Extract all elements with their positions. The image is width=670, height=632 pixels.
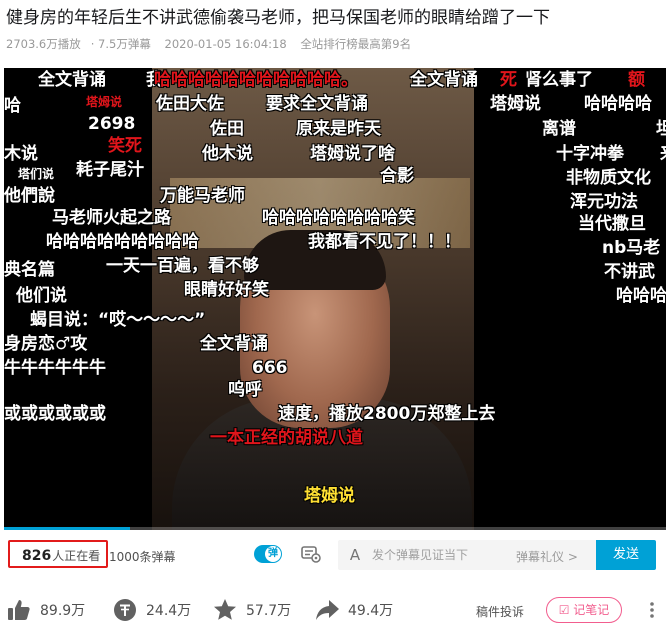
video-player[interactable]: 全文背诵 我 哈哈哈哈哈哈哈哈哈哈哈。 全文背诵 死 肾么事了 额 哈 塔姆说 … [4, 68, 666, 530]
danmaku-item: 合影 [380, 166, 414, 186]
take-notes-button[interactable]: ☑ 记笔记 [546, 597, 622, 623]
more-options-icon[interactable] [642, 600, 662, 620]
danmaku-item: 速度，播放2800万郑整上去 [278, 404, 496, 424]
danmaku-item: 肾么事了 [525, 70, 593, 90]
rank-link[interactable]: 全站排行榜最高第9名 [300, 37, 411, 51]
share-button[interactable]: 49.4万 [314, 596, 393, 624]
danmaku-item: 不讲武 [604, 262, 655, 282]
danmaku-item: 坦 [656, 119, 666, 139]
danmaku-item: 离谱 [542, 119, 576, 139]
action-bar: 89.9万 24.4万 57.7万 49.4万 稿件投诉 ☑ 记笔记 [0, 596, 670, 628]
danmaku-item: 呜呼 [228, 380, 262, 400]
danmaku-item: 哈哈哈哈哈哈哈哈笑 [262, 208, 415, 228]
danmaku-item: 要求全文背诵 [266, 94, 368, 114]
danmaku-item: 666 [252, 358, 288, 378]
play-count: 2703.6万播放 [6, 37, 81, 51]
report-link[interactable]: 稿件投诉 [476, 603, 524, 620]
danmaku-item: 一天一百遍，看不够 [106, 256, 259, 276]
danmaku-item: nb马老 [602, 238, 661, 258]
danmaku-item: 或或或或或或 [4, 404, 106, 424]
danmaku-item: 塔姆说 [86, 95, 123, 109]
danmaku-item: 身房恋♂攻 [4, 334, 88, 354]
share-arrow-icon [316, 600, 339, 620]
danmaku-total: 1000条弹幕 [109, 550, 176, 564]
danmaku-toggle[interactable]: 弹 [254, 545, 282, 563]
danmaku-item: 哈哈哈哈哈哈哈哈哈 [46, 232, 199, 252]
danmaku-item: 木说 [4, 144, 38, 164]
danmaku-item: 耗子尾汁 [76, 160, 144, 180]
danmaku-input[interactable] [372, 544, 502, 566]
progress-fill [4, 527, 130, 530]
danmaku-item: 哈哈哈哈哈哈哈哈哈哈哈。 [154, 70, 358, 90]
coin-count: 24.4万 [146, 603, 192, 619]
danmaku-item: 哈 [4, 96, 21, 116]
coin-icon [114, 599, 136, 621]
danmaku-item: 死 [500, 70, 517, 90]
danmaku-item: 塔姆说 [304, 486, 355, 506]
danmaku-item: 他们说 [16, 286, 67, 306]
danmaku-item: 他木说 [202, 144, 253, 164]
like-count: 89.9万 [40, 603, 86, 619]
share-count: 49.4万 [348, 603, 394, 619]
publish-date: 2020-01-05 16:04:18 [164, 37, 287, 51]
favorite-count: 57.7万 [246, 603, 292, 619]
viewer-count-box: 826人正在看 [8, 540, 108, 568]
star-icon [214, 599, 236, 620]
danmaku-item: 2698 [88, 114, 136, 134]
danmaku-item: 哈哈哈 [616, 286, 666, 306]
send-button[interactable]: 发送 [596, 540, 656, 570]
danmaku-item: 浑元功法 [570, 192, 638, 212]
danmaku-item: 额 [628, 70, 645, 90]
danmaku-item: 当代撒旦 [578, 214, 646, 234]
danmaku-item: 原来是昨天 [296, 119, 381, 139]
danmaku-toggle-label: 弹 [265, 546, 281, 562]
thumbs-up-icon [8, 600, 30, 620]
danmaku-settings-icon[interactable] [300, 544, 322, 564]
video-title: 健身房的年轻后生不讲武德偷袭马老师，把马保国老师的眼睛给蹭了一下 [6, 8, 550, 28]
danmaku-count-meta: · 7.5万弹幕 [90, 37, 151, 51]
danmaku-input-box: A 弹幕礼仪 > [338, 540, 596, 570]
danmaku-item: 哈哈哈哈 [584, 94, 652, 114]
danmaku-item: 十字冲拳 [556, 144, 624, 164]
danmaku-item: 典名篇 [4, 260, 55, 280]
danmaku-item: 他們說 [4, 186, 55, 206]
danmaku-item: 来 [660, 146, 666, 163]
danmaku-item: 马老师火起之路 [52, 208, 171, 228]
danmaku-item: 蝎目说：“哎～～～～” [30, 310, 206, 330]
danmaku-item: 塔姆说 [490, 94, 541, 114]
coin-button[interactable]: 24.4万 [112, 596, 191, 624]
danmaku-item: 全文背诵 [410, 70, 478, 90]
text-style-icon[interactable]: A [346, 546, 364, 564]
danmaku-bar: 826人正在看 1000条弹幕 弹 A 弹幕礼仪 > 发送 [4, 538, 666, 574]
danmaku-item: 一本正经的胡说八道 [210, 428, 363, 448]
danmaku-item: 我都看不见了！！！ [308, 232, 461, 252]
video-meta: 2703.6万播放 · 7.5万弹幕 2020-01-05 16:04:18 全站… [6, 36, 421, 52]
danmaku-item: 笑死 [108, 136, 142, 156]
danmaku-item: 牛牛牛牛牛牛 [4, 358, 106, 378]
like-button[interactable]: 89.9万 [6, 596, 85, 624]
favorite-button[interactable]: 57.7万 [212, 596, 291, 624]
danmaku-item: 全文背诵 [38, 70, 106, 90]
danmaku-item: 佐田 [210, 119, 244, 139]
danmaku-item: 全文背诵 [200, 334, 268, 354]
note-icon: ☑ [558, 603, 574, 617]
danmaku-item: 塔姆说了啥 [310, 144, 395, 164]
danmaku-item: 眼睛好好笑 [184, 280, 269, 300]
danmaku-etiquette-link[interactable]: 弹幕礼仪 > [516, 548, 578, 565]
take-notes-label: 记笔记 [573, 603, 610, 617]
danmaku-item: 塔们说 [18, 167, 55, 181]
danmaku-item: 佐田大佐 [156, 94, 224, 114]
viewer-count: 826 [22, 548, 52, 564]
danmaku-item: 非物质文化 [566, 168, 651, 188]
viewer-suffix: 人正在看 [52, 549, 101, 563]
danmaku-item: 万能马老师 [160, 186, 245, 206]
